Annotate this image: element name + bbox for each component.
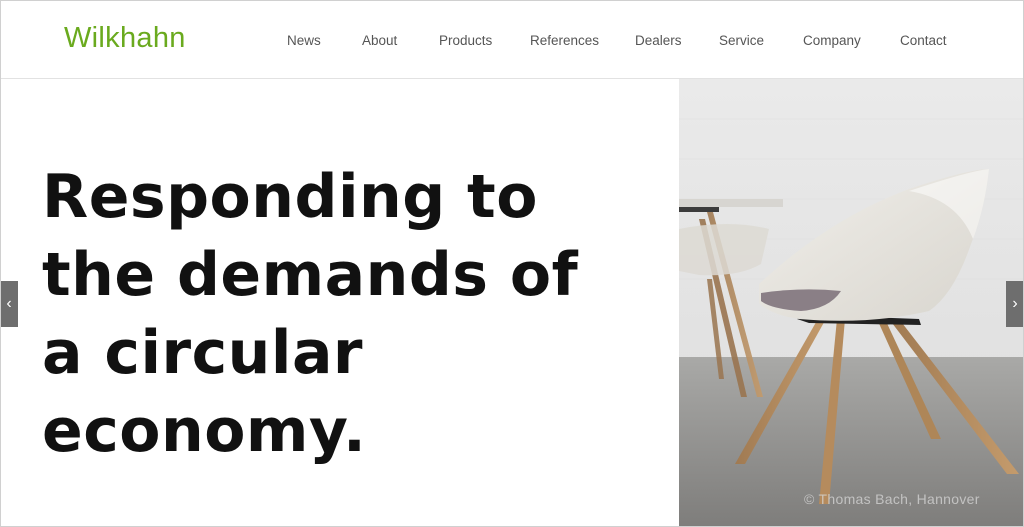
site-header: Wilkhahn News About Products References …	[0, 0, 1024, 79]
nav-item-company[interactable]: Company	[803, 32, 861, 50]
hero-headline: Responding to the demands of a circular …	[42, 158, 662, 470]
slider-next-button[interactable]: ›	[1006, 281, 1024, 327]
chevron-left-icon: ‹	[6, 295, 12, 312]
headline-line-4: economy.	[42, 396, 367, 466]
brand-logo[interactable]: Wilkhahn	[64, 20, 186, 56]
nav-item-news[interactable]: News	[287, 32, 321, 50]
headline-line-3: a circular	[42, 318, 364, 388]
nav-item-dealers[interactable]: Dealers	[635, 32, 682, 50]
chevron-right-icon: ›	[1012, 295, 1018, 312]
headline-line-1: Responding to	[42, 162, 538, 232]
photo-credit: © Thomas Bach, Hannover	[804, 491, 980, 507]
nav-item-products[interactable]: Products	[439, 32, 492, 50]
slider-prev-button[interactable]: ‹	[0, 281, 18, 327]
headline-line-2: the demands of	[42, 240, 579, 310]
nav-item-references[interactable]: References	[530, 32, 599, 50]
hero-chair-photo	[679, 79, 1024, 527]
nav-item-service[interactable]: Service	[719, 32, 764, 50]
nav-item-about[interactable]: About	[362, 32, 397, 50]
nav-item-contact[interactable]: Contact	[900, 32, 947, 50]
